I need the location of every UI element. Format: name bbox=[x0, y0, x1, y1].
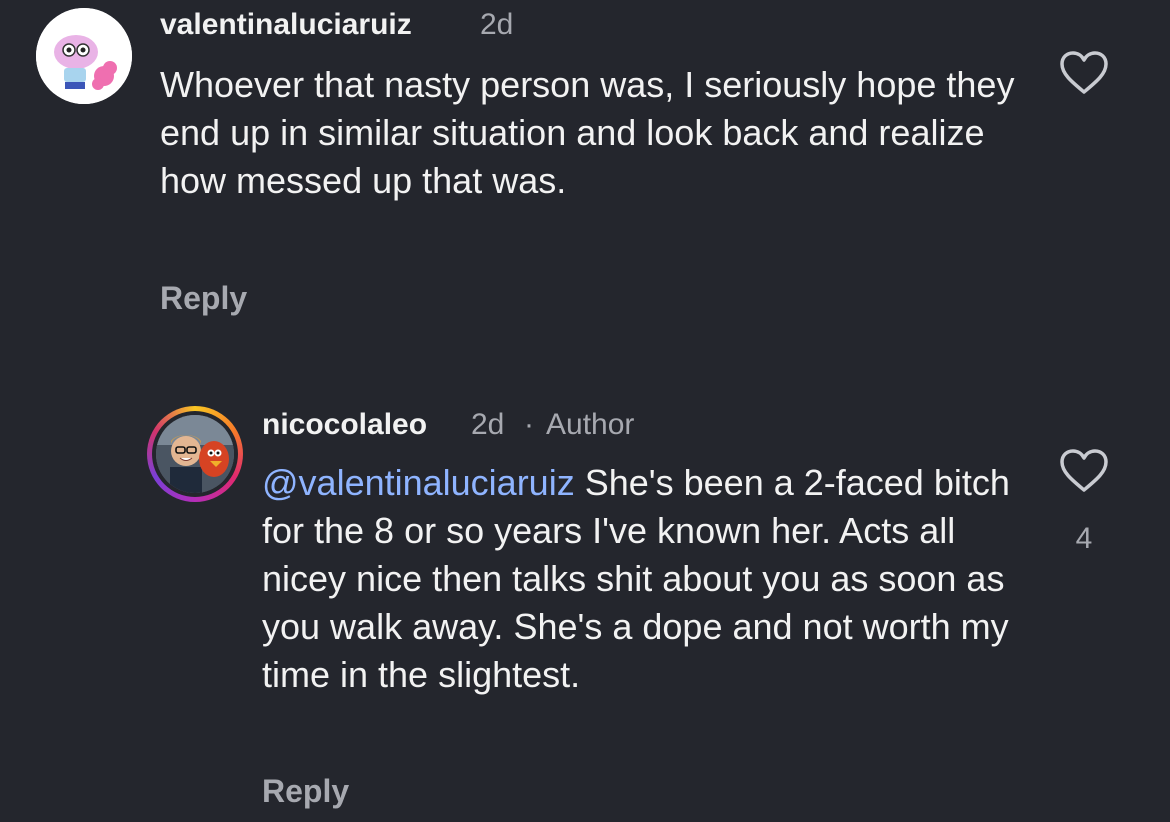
story-ring[interactable] bbox=[147, 406, 243, 502]
comment-timestamp: 2d bbox=[480, 8, 514, 41]
heart-outline-icon bbox=[1060, 449, 1108, 492]
avatar-illustration bbox=[36, 8, 132, 104]
author-badge: Author bbox=[546, 408, 635, 441]
comments-thread: valentinaluciaruiz 2d Whoever that nasty… bbox=[0, 0, 1170, 822]
comment-username[interactable]: nicocolaleo bbox=[262, 408, 427, 442]
avatar bbox=[156, 415, 234, 493]
reply-button[interactable]: Reply bbox=[262, 773, 349, 810]
heart-outline-icon bbox=[1060, 51, 1108, 94]
avatar-photo bbox=[156, 415, 234, 493]
like-button[interactable] bbox=[1058, 448, 1110, 494]
meta-separator: · bbox=[524, 408, 534, 441]
comment-username[interactable]: valentinaluciaruiz bbox=[160, 8, 412, 42]
comment-timestamp: 2d bbox=[471, 408, 505, 441]
avatar[interactable] bbox=[36, 8, 132, 104]
like-button[interactable] bbox=[1058, 50, 1110, 96]
reply-button[interactable]: Reply bbox=[160, 280, 247, 317]
like-count: 4 bbox=[1075, 522, 1093, 555]
comment-body: @valentinaluciaruiz She's been a 2-faced… bbox=[262, 459, 1022, 699]
comment-text: Whoever that nasty person was, I serious… bbox=[160, 64, 1015, 201]
mention-link[interactable]: @valentinaluciaruiz bbox=[262, 462, 575, 503]
